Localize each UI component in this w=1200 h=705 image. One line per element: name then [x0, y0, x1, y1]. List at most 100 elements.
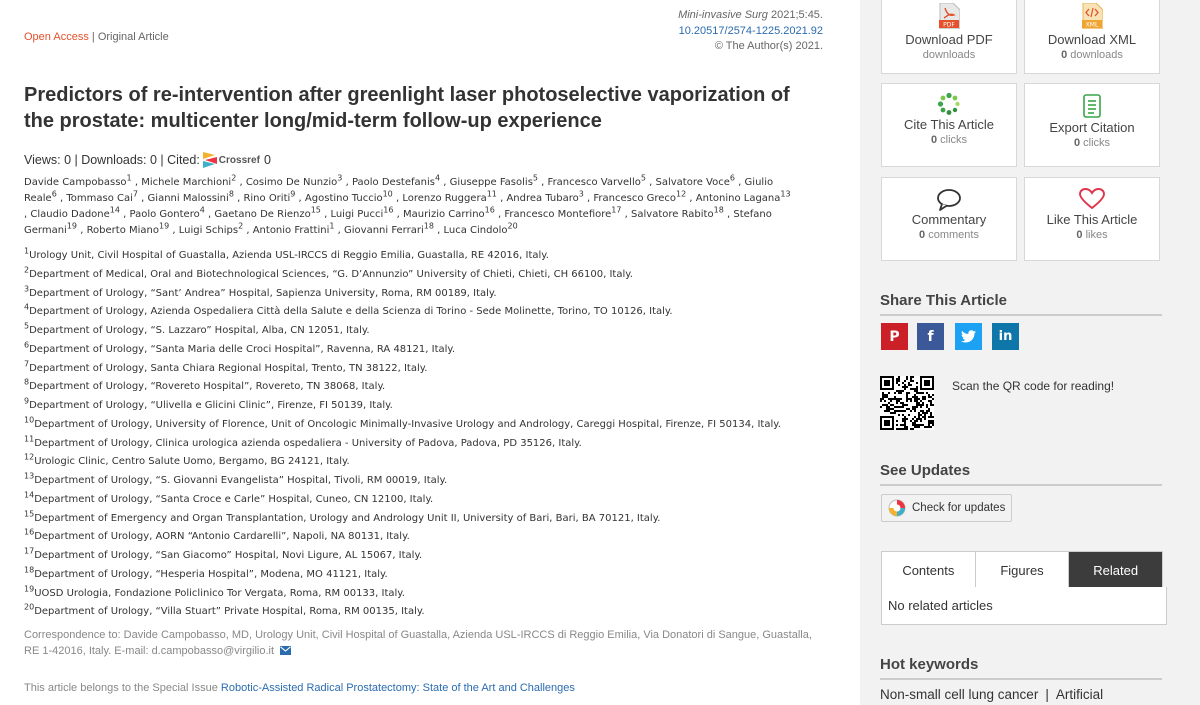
cite-article-card[interactable]: Cite This Article 0 clicks: [881, 83, 1017, 167]
affiliation-number: 11: [24, 434, 35, 444]
affiliation-list: 1Urology Unit, Civil Hospital of Guastal…: [24, 247, 844, 622]
cite-refresh-icon: [937, 92, 960, 115]
keyword-link[interactable]: Non-small cell lung cancer: [880, 687, 1038, 702]
affiliation-item: 18Department of Urology, “Hesperia Hospi…: [24, 566, 844, 585]
author-name[interactable]: Lorenzo Ruggera: [402, 193, 486, 204]
author-name[interactable]: Michele Marchioni: [141, 177, 231, 188]
author-name[interactable]: Giuseppe Fasolis: [450, 177, 533, 188]
affiliation-item: 14Department of Urology, “Santa Croce e …: [24, 491, 844, 510]
author-name[interactable]: Agostino Tuccio: [305, 193, 383, 204]
affiliation-text: Department of Urology, AORN “Antonio Car…: [34, 531, 410, 543]
author-name[interactable]: Luigi Schips: [179, 225, 238, 236]
author-affiliation-number: 16: [383, 205, 394, 215]
affiliation-item: 1Urology Unit, Civil Hospital of Guastal…: [24, 247, 844, 266]
check-for-updates-label: Check for updates: [912, 502, 1006, 514]
author-name[interactable]: Giovanni Ferrari: [344, 225, 424, 236]
keyword-link[interactable]: Artificial: [1056, 687, 1103, 702]
pinterest-share-button[interactable]: P: [881, 323, 908, 350]
related-tabs: Contents Figures Related: [881, 551, 1163, 589]
tab-related[interactable]: Related: [1069, 552, 1163, 588]
author-name[interactable]: Paolo Gontero: [130, 209, 200, 220]
commentary-sub-text: comments: [925, 229, 979, 241]
like-article-card[interactable]: Like This Article 0 likes: [1024, 177, 1160, 261]
tab-contents[interactable]: Contents: [882, 552, 976, 588]
comment-bubble-icon: [937, 189, 961, 211]
author-name[interactable]: Francesco Varvello: [548, 177, 641, 188]
download-pdf-card[interactable]: PDF Download PDF downloads: [881, 0, 1017, 74]
author-name[interactable]: Paolo Destefanis: [352, 177, 435, 188]
affiliation-item: 15Department of Emergency and Organ Tran…: [24, 510, 844, 529]
author-name[interactable]: Roberto Miano: [87, 225, 159, 236]
open-access-label[interactable]: Open Access: [24, 31, 89, 43]
special-issue-note: This article belongs to the Special Issu…: [24, 682, 575, 694]
export-citation-sub: 0 clicks: [1025, 137, 1159, 149]
author-name[interactable]: Tommaso Cai: [66, 193, 133, 204]
article-main: Open Access | Original Article Mini-inva…: [0, 0, 860, 705]
mail-icon[interactable]: [280, 646, 292, 655]
author-name[interactable]: Luigi Pucci: [330, 209, 383, 220]
author-affiliation-number: 18: [423, 221, 434, 231]
cite-sub-text: clicks: [937, 134, 968, 146]
export-citation-card[interactable]: Export Citation 0 clicks: [1024, 83, 1160, 167]
author-name[interactable]: Francesco Greco: [593, 193, 676, 204]
tab-figures[interactable]: Figures: [976, 552, 1070, 588]
author-name[interactable]: Andrea Tubaro: [506, 193, 578, 204]
commentary-card[interactable]: Commentary 0 comments: [881, 177, 1017, 261]
affiliation-text: Department of Urology, “Hesperia Hospita…: [34, 568, 388, 580]
affiliation-item: 10Department of Urology, University of F…: [24, 416, 844, 435]
author-name[interactable]: Davide Campobasso: [24, 177, 127, 188]
facebook-share-button[interactable]: f: [917, 323, 944, 350]
article-access-info: Open Access | Original Article: [24, 31, 169, 43]
affiliation-item: 16Department of Urology, AORN “Antonio C…: [24, 528, 844, 547]
journal-citation: 2021;5:45.: [767, 9, 823, 21]
crossref-badge[interactable]: Crossref: [202, 152, 260, 168]
heart-icon: [1079, 188, 1105, 210]
author-affiliation-number: 6: [729, 173, 735, 183]
export-sub-text: clicks: [1080, 137, 1111, 149]
pdf-icon-text: PDF: [943, 22, 955, 29]
author-name[interactable]: Claudio Dadone: [30, 209, 109, 220]
download-xml-sub: 0 downloads: [1025, 49, 1159, 61]
linkedin-share-button[interactable]: in: [992, 323, 1019, 350]
author-name[interactable]: Salvatore Rabito: [631, 209, 714, 220]
author-name[interactable]: Cosimo De Nunzio: [246, 177, 337, 188]
author-name[interactable]: Luca Cindolo: [443, 225, 507, 236]
affiliation-number: 19: [24, 584, 35, 594]
author-name[interactable]: Gaetano De Rienzo: [214, 209, 310, 220]
author-name[interactable]: Antonio Frattini: [253, 225, 330, 236]
hot-keywords-title: Hot keywords: [880, 656, 1162, 680]
author-name[interactable]: Maurizio Carrino: [403, 209, 485, 220]
affiliation-item: 4Department of Urology, Azienda Ospedali…: [24, 303, 844, 322]
affiliation-number: 13: [24, 471, 35, 481]
affiliation-number: 12: [24, 452, 35, 462]
special-issue-link[interactable]: Robotic-Assisted Radical Prostatectomy: …: [221, 682, 575, 694]
author-affiliation-number: 6: [51, 189, 57, 199]
affiliation-item: 3Department of Urology, “Sant’ Andrea” H…: [24, 285, 844, 304]
check-for-updates-button[interactable]: Check for updates: [881, 494, 1013, 522]
author-name[interactable]: Salvatore Voce: [656, 177, 730, 188]
commentary-label: Commentary: [911, 212, 987, 227]
twitter-share-button[interactable]: [955, 323, 982, 350]
author-affiliation-number: 1: [329, 221, 335, 231]
crossref-count: 0: [263, 153, 271, 167]
affiliation-text: Department of Urology, “San Giacomo” Hos…: [34, 550, 423, 561]
affiliation-item: 11Department of Urology, Clinica urologi…: [24, 435, 844, 454]
copyright: © The Author(s) 2021.: [714, 40, 823, 52]
correspondence-text: Correspondence to: Davide Campobasso, MD…: [24, 629, 812, 657]
author-name[interactable]: Rino Oriti: [243, 193, 290, 204]
affiliation-text: Department of Urology, Azienda Ospedalie…: [29, 306, 673, 318]
affiliation-item: 6Department of Urology, “Santa Maria del…: [24, 341, 844, 360]
affiliation-item: 13Department of Urology, “S. Giovanni Ev…: [24, 472, 844, 491]
like-article-sub: 0 likes: [1025, 229, 1159, 241]
article-type-label: Original Article: [97, 31, 169, 43]
download-xml-card[interactable]: XML Download XML 0 downloads: [1024, 0, 1160, 74]
doi-link[interactable]: 10.20517/2574-1225.2021.92: [679, 25, 823, 37]
author-name[interactable]: Antonino Lagana: [696, 193, 781, 204]
author-affiliation-number: 8: [228, 189, 234, 199]
separator: |: [88, 31, 98, 43]
tab-content-panel: No related articles: [881, 587, 1167, 625]
author-name[interactable]: Francesco Montefiore: [504, 209, 611, 220]
document-list-icon: [1083, 94, 1101, 118]
author-name[interactable]: Gianni Malossini: [148, 193, 229, 204]
special-issue-prefix: This article belongs to the Special Issu…: [24, 682, 221, 694]
